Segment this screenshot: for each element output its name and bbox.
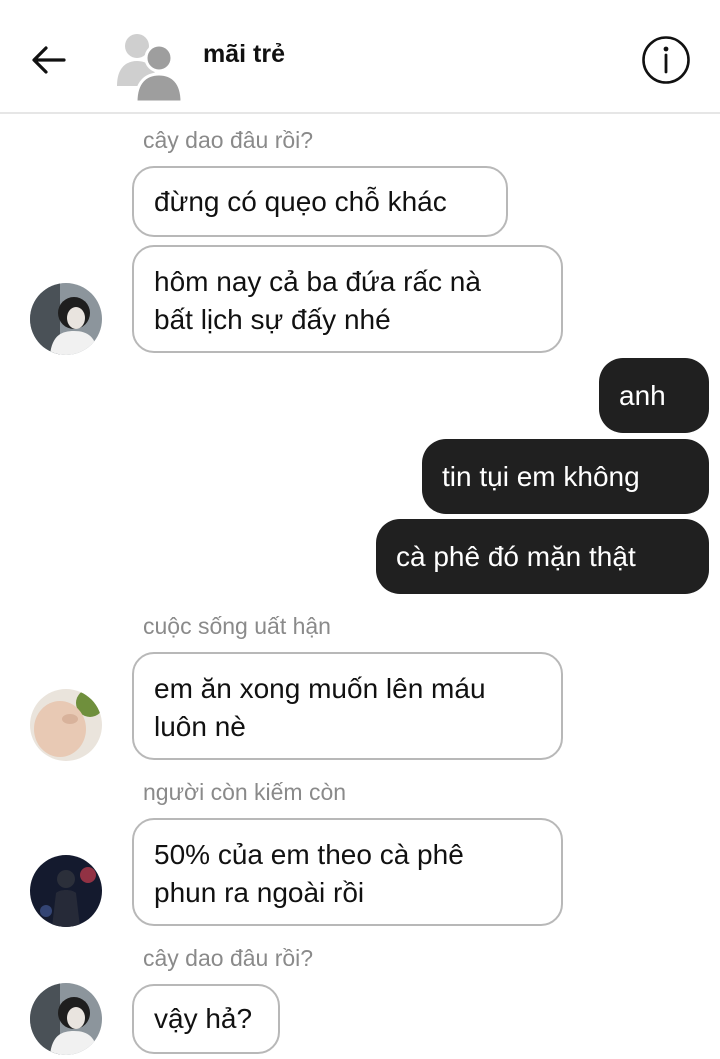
message-text: đừng có quẹo chỗ khác xyxy=(154,185,447,217)
message-text-line: 50% của em theo cà phê xyxy=(154,839,464,870)
message-text: tin tụi em không xyxy=(442,460,640,492)
outgoing-message-bubble[interactable]: anh xyxy=(599,358,709,433)
info-button[interactable] xyxy=(640,34,692,86)
info-circle-icon xyxy=(642,36,690,84)
message-text-line: bất lịch sự đấy nhé xyxy=(154,304,391,335)
incoming-message-bubble[interactable]: hôm nay cả ba đứa rấc nà bất lịch sự đấy… xyxy=(132,245,563,353)
avatar[interactable] xyxy=(30,983,102,1055)
incoming-message-bubble[interactable]: đừng có quẹo chỗ khác xyxy=(132,166,508,237)
message-text: vậy hả? xyxy=(154,1003,253,1034)
sender-name: người còn kiếm còn xyxy=(143,779,347,805)
avatar[interactable] xyxy=(30,855,102,927)
message-text: anh xyxy=(619,379,666,411)
avatar[interactable] xyxy=(30,689,102,761)
chat-title: mãi trẻ xyxy=(203,40,285,68)
outgoing-message-bubble[interactable]: tin tụi em không xyxy=(422,439,709,514)
incoming-message-bubble[interactable]: vậy hả? xyxy=(132,984,280,1054)
chat-header: mãi trẻ xyxy=(0,0,720,114)
message-text-line: em ăn xong muốn lên máu xyxy=(154,673,486,704)
message-text-line: luôn nè xyxy=(154,711,246,742)
group-avatar-icon[interactable] xyxy=(114,28,184,104)
arrow-left-icon xyxy=(32,46,66,74)
message-text: cà phê đó mặn thật xyxy=(396,540,636,572)
message-text-line: phun ra ngoài rồi xyxy=(154,877,365,908)
sender-name: cây dao đâu rồi? xyxy=(143,127,314,153)
sender-name: cuộc sống uất hận xyxy=(143,613,331,639)
sender-name: cây dao đâu rồi? xyxy=(143,945,314,971)
avatar[interactable] xyxy=(30,283,102,355)
back-button[interactable] xyxy=(22,36,74,84)
incoming-message-bubble[interactable]: 50% của em theo cà phê phun ra ngoài rồi xyxy=(132,818,563,926)
outgoing-message-bubble[interactable]: cà phê đó mặn thật xyxy=(376,519,709,594)
message-text-line: hôm nay cả ba đứa rấc nà xyxy=(154,266,481,297)
incoming-message-bubble[interactable]: em ăn xong muốn lên máu luôn nè xyxy=(132,652,563,760)
